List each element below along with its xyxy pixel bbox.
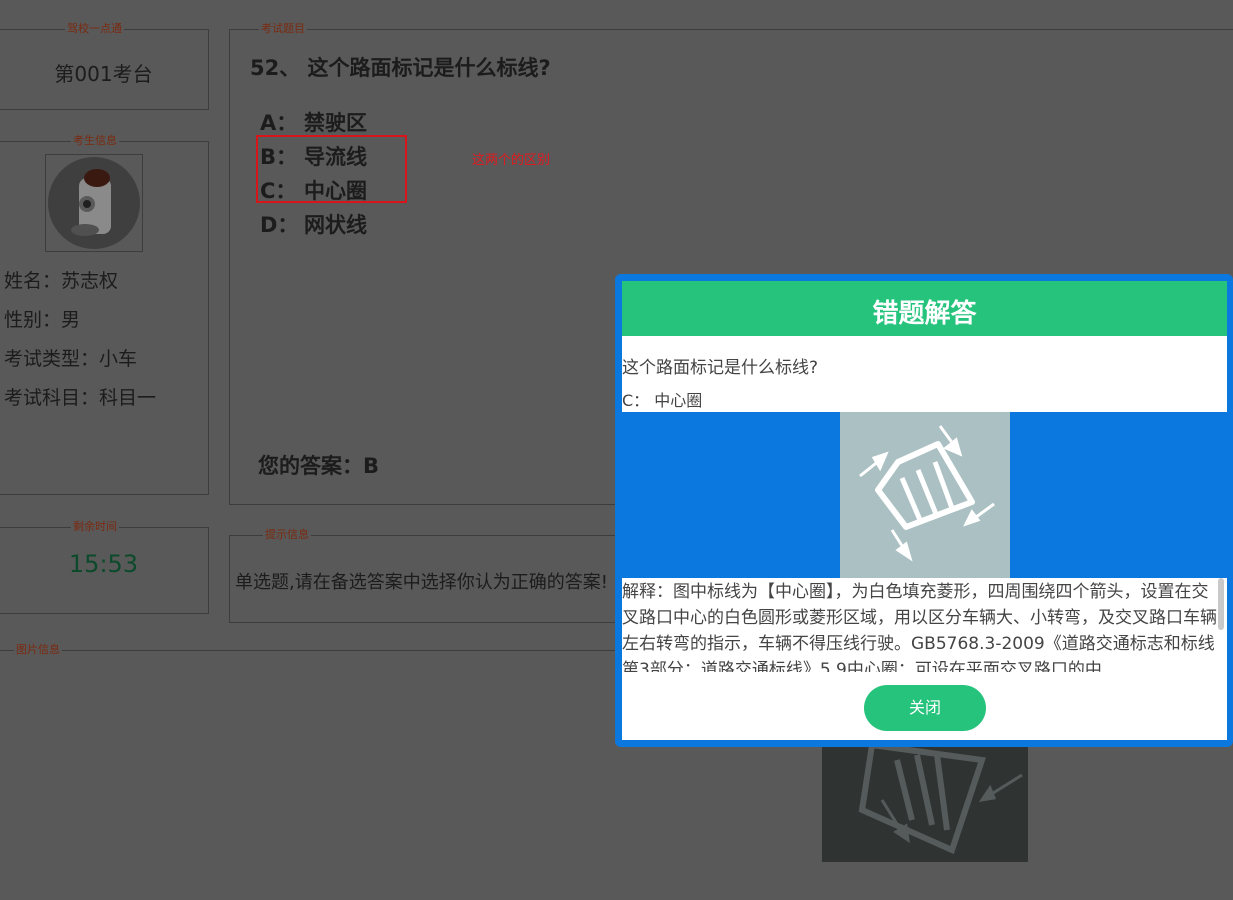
- candidate-subject: 考试科目：科目一: [4, 387, 157, 409]
- candidate-gender: 性别：男: [4, 309, 81, 331]
- hint-legend: 提示信息: [263, 527, 311, 543]
- exam-station-panel: 驾校一点通 第001考台: [0, 21, 209, 110]
- time-legend: 剩余时间: [71, 519, 119, 535]
- close-button[interactable]: 关闭: [864, 685, 986, 731]
- question-legend: 考试题目: [259, 21, 307, 37]
- remaining-time: 15:53: [68, 550, 139, 578]
- dialog-correct-answer: C： 中心圈: [622, 391, 703, 410]
- dialog-explanation[interactable]: 解释：图中标线为【中心圈】，为白色填充菱形，四周围绕四个箭头，设置在交叉路口中心…: [622, 578, 1217, 672]
- image-legend: 图片信息: [14, 642, 62, 658]
- annotation-highlight-box: [256, 135, 407, 203]
- remaining-time-panel: 剩余时间 15:53: [0, 519, 209, 614]
- road-marking-image: [840, 412, 1010, 578]
- dialog-question: 这个路面标记是什么标线?: [622, 358, 819, 378]
- candidate-info-panel: 考生信息 姓名：苏志权 性别：男 考试类型：小车 考试科目：科目一: [0, 133, 209, 495]
- school-legend: 驾校一点通: [65, 21, 124, 37]
- hint-text: 单选题,请在备选答案中选择你认为正确的答案!: [235, 572, 608, 593]
- candidate-legend: 考生信息: [71, 133, 119, 149]
- option-d[interactable]: D： 网状线: [260, 209, 367, 239]
- your-answer: 您的答案：B: [258, 454, 380, 478]
- candidate-exam-type: 考试类型：小车: [4, 348, 138, 370]
- dialog-body: 错题解答 这个路面标记是什么标线? C： 中心圈 解释：图中标线为【中心圈】，为…: [622, 281, 1227, 740]
- option-key: A：: [260, 111, 298, 135]
- wrong-answer-dialog: 错题解答 这个路面标记是什么标线? C： 中心圈 解释：图中标线为【中心圈】，为…: [615, 274, 1233, 747]
- road-marking-image: [822, 740, 1028, 862]
- option-text: 禁驶区: [304, 111, 367, 135]
- explanation-scrollbar[interactable]: [1218, 578, 1224, 630]
- dialog-question-area: 这个路面标记是什么标线? C： 中心圈: [622, 336, 1227, 412]
- exam-station-number: 第001考台: [54, 62, 153, 86]
- candidate-name: 姓名：苏志权: [4, 270, 119, 292]
- question-text: 52、 这个路面标记是什么标线?: [250, 56, 551, 80]
- dialog-title: 错题解答: [622, 281, 1227, 336]
- option-a[interactable]: A： 禁驶区: [260, 107, 367, 137]
- option-text: 网状线: [304, 213, 367, 237]
- annotation-note: 这两个的区别: [472, 153, 551, 168]
- option-key: D：: [260, 213, 299, 237]
- avatar: [45, 154, 143, 252]
- dialog-explanation-area: 解释：图中标线为【中心圈】，为白色填充菱形，四周围绕四个箭头，设置在交叉路口中心…: [622, 578, 1227, 740]
